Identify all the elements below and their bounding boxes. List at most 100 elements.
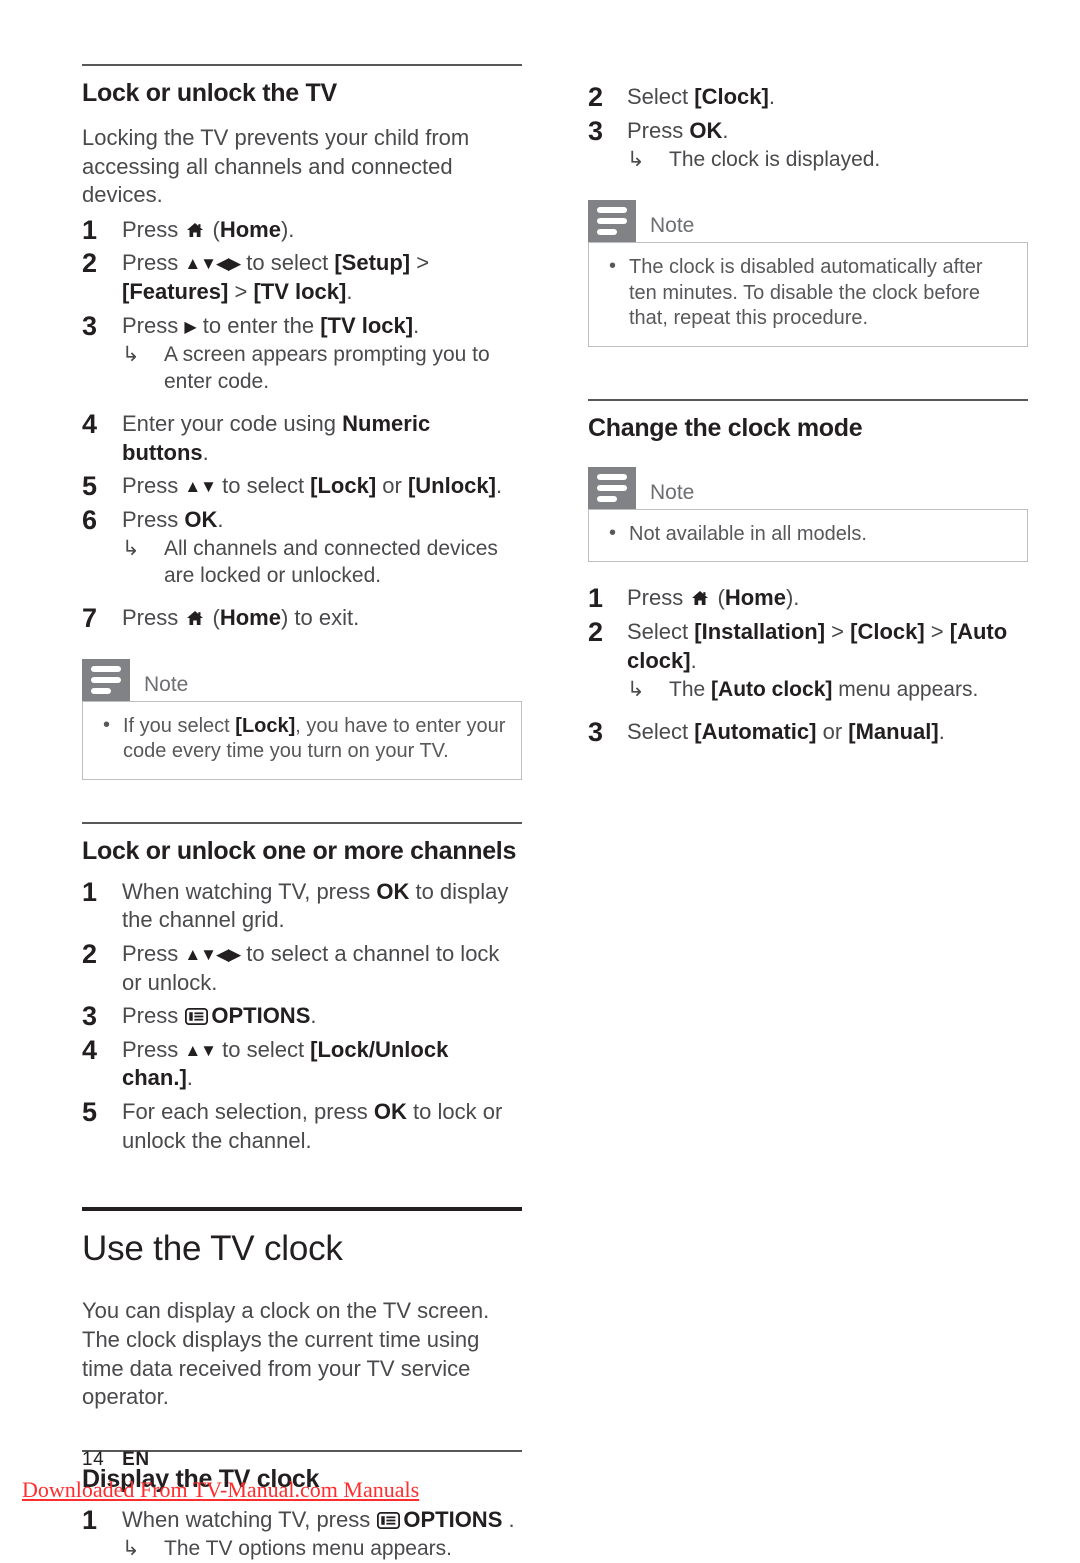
step-text: When watching TV, press OK to display th… xyxy=(122,878,509,933)
step-number: 7 xyxy=(82,603,98,634)
step-number: 4 xyxy=(82,408,98,439)
heading-use-the-tv-clock: Use the TV clock xyxy=(82,1229,343,1269)
step-text: Press (Home). xyxy=(122,216,295,242)
step-text: Select [Clock]. xyxy=(627,84,775,109)
step-text: Enter your code using Numeric buttons. xyxy=(122,410,431,465)
heading-lock-or-unlock-the-tv: Lock or unlock the TV xyxy=(82,79,337,107)
step-number: 2 xyxy=(82,939,98,969)
hook-arrow-icon: ↳ xyxy=(122,1537,140,1561)
step-text: When watching TV, press OPTIONS . xyxy=(122,1506,515,1532)
home-icon xyxy=(187,611,204,626)
step-item: 1 When watching TV, press OPTIONS . ↳ Th… xyxy=(82,1505,522,1563)
step-result-text: A screen appears prompting you to enter … xyxy=(164,343,490,394)
step-number: 3 xyxy=(588,115,604,146)
step-text: Select [Automatic] or [Manual]. xyxy=(627,719,945,745)
step-text: Press OPTIONS. xyxy=(122,1003,317,1029)
section-rule xyxy=(82,64,522,66)
options-icon xyxy=(185,1008,209,1026)
step-item: 5 Press ▲▼ to select [Lock] or [Unlock]. xyxy=(82,471,522,502)
step-result: ↳ The TV options menu appears. xyxy=(122,1536,522,1563)
steps-display-clock-continued: 2 Select [Clock]. 3 Press OK. ↳ The cloc… xyxy=(588,82,1028,174)
note-icon xyxy=(588,200,636,243)
step-text: Press (Home). xyxy=(627,585,800,611)
step-number: 3 xyxy=(82,1001,98,1032)
nav-arrows-icon: ▲▼ xyxy=(184,477,217,497)
step-text: Press ▲▼ to select [Lock] or [Unlock]. xyxy=(122,473,503,499)
note-header: Note xyxy=(588,466,1028,509)
intro-paragraph-tv-clock: You can display a clock on the TV screen… xyxy=(82,1298,490,1410)
step-item: 2 Select [Clock]. xyxy=(588,82,1028,112)
step-result: ↳ The [Auto clock] menu appears. xyxy=(627,677,1028,704)
hook-arrow-icon: ↳ xyxy=(627,148,645,172)
step-number: 1 xyxy=(588,583,604,614)
note-icon xyxy=(588,466,636,509)
step-text: Select [Installation] > [Clock] > [Auto … xyxy=(627,619,1008,673)
page-footer: 14 EN xyxy=(82,1449,150,1471)
step-text: Press ▲▼ to select [Lock/Unlock chan.]. xyxy=(122,1036,449,1091)
download-watermark-link[interactable]: Downloaded From TV-Manual.com Manuals xyxy=(22,1477,419,1503)
page-number: 14 xyxy=(82,1449,105,1470)
note-body: If you select [Lock], you have to enter … xyxy=(82,700,522,780)
intro-paragraph-lock-tv: Locking the TV prevents your child from … xyxy=(82,125,470,208)
step-item: 1 When watching TV, press OK to display … xyxy=(82,876,522,935)
note-list-item: The clock is disabled automatically afte… xyxy=(603,254,1013,332)
step-number: 1 xyxy=(82,214,98,245)
step-item: 1 Press (Home). xyxy=(588,583,1028,614)
step-number: 6 xyxy=(82,504,98,535)
step-item: 4 Press ▲▼ to select [Lock/Unlock chan.]… xyxy=(82,1035,522,1093)
step-number: 5 xyxy=(82,1096,98,1127)
nav-right-icon: ▶ xyxy=(184,318,197,336)
step-text: Press (Home) to exit. xyxy=(122,605,360,631)
step-item: 4 Enter your code using Numeric buttons. xyxy=(82,408,522,467)
note-list-item: If you select [Lock], you have to enter … xyxy=(97,713,507,765)
step-number: 2 xyxy=(588,617,604,648)
section-rule xyxy=(82,821,522,824)
step-result-text: All channels and connected devices are l… xyxy=(164,537,498,588)
note-icon xyxy=(82,658,130,701)
step-result-text: The [Auto clock] menu appears. xyxy=(669,678,979,702)
step-item: 7 Press (Home) to exit. xyxy=(82,603,522,634)
step-item: 2 Press ▲▼◀▶ to select a channel to lock… xyxy=(82,939,522,997)
home-icon xyxy=(187,222,204,237)
nav-arrows-icon: ▲▼◀▶ xyxy=(184,945,241,964)
note-title: Note xyxy=(144,672,189,696)
home-icon xyxy=(692,591,709,606)
left-column: Lock or unlock the TV Locking the TV pre… xyxy=(82,64,522,1563)
step-number: 3 xyxy=(588,717,604,748)
section-rule xyxy=(588,398,1028,401)
hook-arrow-icon: ↳ xyxy=(122,343,140,367)
step-text: Press ▲▼◀▶ to select [Setup] > [Features… xyxy=(122,250,430,304)
note-body: The clock is disabled automatically afte… xyxy=(588,242,1028,347)
step-text: Press ▶ to enter the [TV lock]. xyxy=(122,312,420,338)
heading-lock-or-unlock-channels: Lock or unlock one or more channels xyxy=(82,836,517,865)
step-text: Press OK. xyxy=(122,506,224,532)
note-box-lock-tv: Note If you select [Lock], you have to e… xyxy=(82,658,522,780)
step-number: 2 xyxy=(588,82,604,112)
options-icon xyxy=(377,1511,401,1529)
step-number: 5 xyxy=(82,471,98,502)
steps-lock-tv: 1 Press (Home). 2 Press ▲▼◀▶ to select [… xyxy=(82,214,522,634)
note-box-clock-disabled: Note The clock is disabled automatically… xyxy=(588,200,1028,347)
hook-arrow-icon: ↳ xyxy=(122,537,140,561)
section-display-clock-continued: 2 Select [Clock]. 3 Press OK. ↳ The cloc… xyxy=(588,82,1028,347)
step-text: For each selection, press OK to lock or … xyxy=(122,1098,503,1153)
note-list: If you select [Lock], you have to enter … xyxy=(97,713,507,765)
step-item: 2 Select [Installation] > [Clock] > [Aut… xyxy=(588,617,1028,704)
heading-change-the-clock-mode: Change the clock mode xyxy=(588,413,863,442)
step-item: 3 Press OK. ↳ The clock is displayed. xyxy=(588,115,1028,174)
step-item: 2 Press ▲▼◀▶ to select [Setup] > [Featur… xyxy=(82,248,522,306)
step-item: 5 For each selection, press OK to lock o… xyxy=(82,1096,522,1155)
step-item: 3 Press ▶ to enter the [TV lock]. ↳ A sc… xyxy=(82,310,522,396)
section-lock-or-unlock-the-tv: Lock or unlock the TV Locking the TV pre… xyxy=(82,64,522,780)
steps-clock-mode: 1 Press (Home). 2 Select [Installation] … xyxy=(588,583,1028,747)
section-change-the-clock-mode: Change the clock mode Note Not available… xyxy=(588,398,1028,747)
step-result: ↳ A screen appears prompting you to ente… xyxy=(122,342,522,396)
step-result-text: The clock is displayed. xyxy=(669,148,881,172)
section-use-the-tv-clock: Use the TV clock You can display a clock… xyxy=(82,1207,522,1412)
right-column: 2 Select [Clock]. 3 Press OK. ↳ The cloc… xyxy=(588,78,1028,747)
step-number: 3 xyxy=(82,310,98,341)
steps-lock-channels: 1 When watching TV, press OK to display … xyxy=(82,876,522,1155)
step-number: 1 xyxy=(82,876,98,907)
note-list: The clock is disabled automatically afte… xyxy=(603,254,1013,332)
step-item: 1 Press (Home). xyxy=(82,214,522,245)
